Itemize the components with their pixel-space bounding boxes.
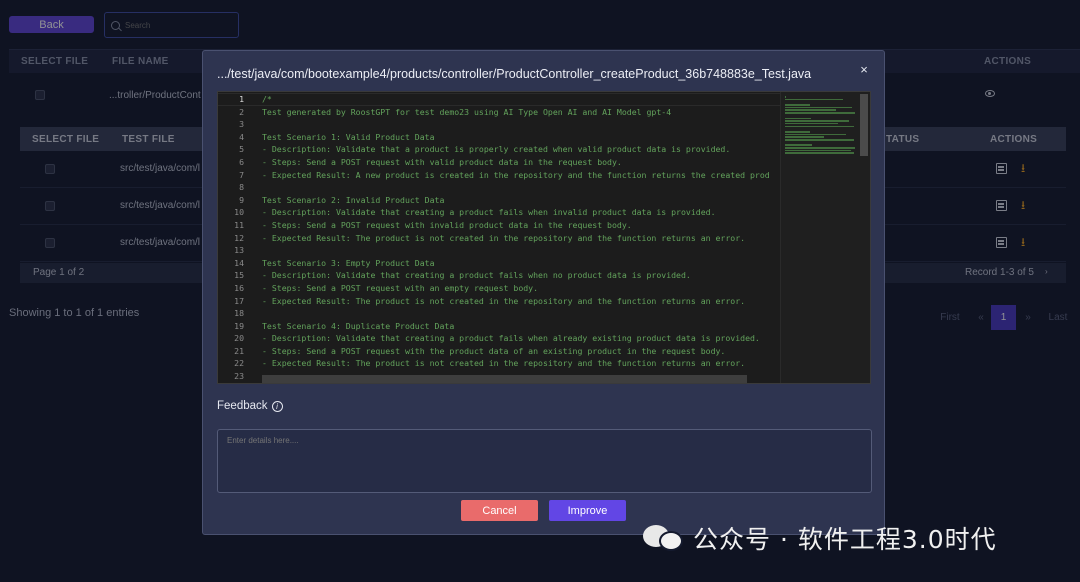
- close-icon[interactable]: ×: [858, 63, 870, 76]
- code-line: - Description: Validate that creating a …: [262, 270, 691, 281]
- minimap-line: [785, 120, 849, 122]
- line-number: 8: [239, 182, 244, 193]
- minimap-lines: [785, 96, 855, 158]
- line-number: 3: [239, 119, 244, 130]
- test-file-modal: .../test/java/com/bootexample4/products/…: [202, 50, 885, 535]
- line-numbers: 1 2 3 4 5 6 7 8 9 10 11 12 13 14 15 16 17 18 19 20 21 22 23: [218, 93, 244, 383]
- line-number: 15: [234, 270, 244, 281]
- code-line: Test Scenario 3: Empty Product Data: [262, 257, 435, 268]
- minimap-line: [785, 133, 846, 136]
- line-number: 9: [239, 194, 244, 205]
- code-line: Test Scenario 1: Valid Product Data: [262, 131, 435, 142]
- minimap-line: [785, 109, 836, 112]
- minimap-line: [785, 96, 786, 98]
- minimap-line: [785, 98, 843, 101]
- line-number: 5: [239, 144, 244, 155]
- code-line: Test Scenario 4: Duplicate Product Data: [262, 320, 455, 331]
- line-number: 17: [234, 295, 244, 306]
- minimap-line: [785, 152, 854, 155]
- modal-title: .../test/java/com/bootexample4/products/…: [217, 67, 812, 81]
- minimap-line: [785, 130, 810, 133]
- code-content[interactable]: /* Test generated by RoostGPT for test de…: [262, 93, 782, 383]
- code-line: - Steps: Send a POST request with invali…: [262, 219, 632, 230]
- improve-button[interactable]: Improve: [549, 500, 626, 521]
- code-line: - Steps: Send a POST request with the pr…: [262, 345, 726, 356]
- minimap-line: [785, 136, 824, 138]
- vertical-scrollbar[interactable]: [860, 94, 868, 156]
- line-number: 19: [234, 320, 244, 331]
- feedback-label-text: Feedback: [217, 400, 268, 412]
- code-line: Test Scenario 2: Invalid Product Data: [262, 194, 445, 205]
- minimap-line: [785, 144, 812, 146]
- watermark-text: 公众号 · 软件工程3.0时代: [693, 525, 997, 554]
- line-number: 2: [239, 106, 244, 117]
- line-number: 16: [234, 282, 244, 293]
- line-number: 23: [234, 371, 244, 382]
- line-number: 14: [234, 257, 244, 268]
- minimap-line: [785, 149, 851, 152]
- line-number: 20: [234, 333, 244, 344]
- minimap-line: [785, 125, 854, 128]
- code-line: - Description: Validate that a product i…: [262, 144, 731, 155]
- line-number: 7: [239, 169, 244, 180]
- line-number: 11: [234, 219, 244, 230]
- line-number: 22: [234, 358, 244, 369]
- minimap-line: [785, 117, 811, 120]
- code-line: - Steps: Send a POST request with valid …: [262, 156, 622, 167]
- feedback-label: Feedback i: [217, 400, 283, 412]
- code-minimap[interactable]: [780, 92, 870, 383]
- feedback-input[interactable]: [217, 429, 872, 493]
- minimap-line: [785, 112, 855, 114]
- code-line: - Expected Result: A new product is crea…: [262, 169, 770, 180]
- horizontal-scrollbar[interactable]: [262, 375, 747, 383]
- code-line: - Description: Validate that creating a …: [262, 207, 716, 218]
- line-number: 12: [234, 232, 244, 243]
- line-number: 1: [239, 94, 244, 104]
- watermark: 公众号 · 软件工程3.0时代: [643, 520, 997, 556]
- line-number: 6: [239, 156, 244, 167]
- code-line: - Expected Result: The product is not cr…: [262, 295, 746, 306]
- minimap-line: [785, 104, 810, 106]
- minimap-line: [785, 139, 854, 141]
- minimap-line: [785, 147, 855, 149]
- line-gutter: 1 2 3 4 5 6 7 8 9 10 11 12 13 14 15 16 17 18 19 20 21 22 23: [218, 92, 254, 383]
- line-number: 13: [234, 245, 244, 256]
- wechat-logo-icon: [643, 523, 685, 553]
- code-line: - Steps: Send a POST request with an emp…: [262, 282, 539, 293]
- code-editor[interactable]: 1 2 3 4 5 6 7 8 9 10 11 12 13 14 15 16 17 18 19 20 21 22 23 /*…: [217, 91, 871, 384]
- info-icon[interactable]: i: [271, 400, 283, 412]
- code-line: - Description: Validate that creating a …: [262, 333, 760, 344]
- line-number: 21: [234, 345, 244, 356]
- line-number: 18: [234, 308, 244, 319]
- line-number: 10: [234, 207, 244, 218]
- code-line: /*: [262, 94, 272, 104]
- cancel-button[interactable]: Cancel: [461, 500, 538, 521]
- minimap-line: [785, 122, 838, 125]
- minimap-line: [785, 106, 852, 109]
- code-line: - Expected Result: The product is not cr…: [262, 358, 746, 369]
- code-line: - Expected Result: The product is not cr…: [262, 232, 746, 243]
- line-number: 4: [239, 131, 244, 142]
- code-line: Test generated by RoostGPT for test demo…: [262, 106, 672, 117]
